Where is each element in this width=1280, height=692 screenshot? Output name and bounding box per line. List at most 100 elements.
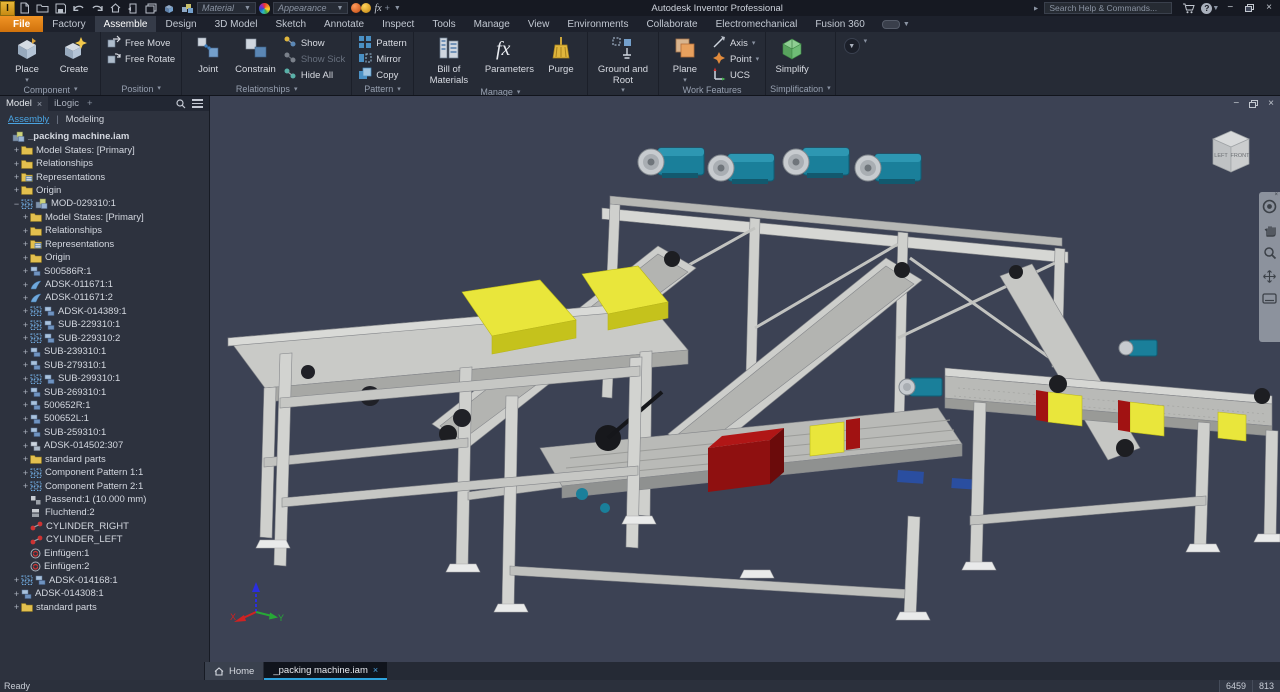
tree-item-s00586r-1-10[interactable]: +S00586R:1 xyxy=(0,264,209,277)
navbar-close-icon[interactable]: × xyxy=(1274,192,1278,198)
plus-icon[interactable]: + xyxy=(385,3,390,13)
tree-item-representations-3[interactable]: +Representations xyxy=(0,170,209,183)
ground-and-root-button[interactable]: Ground and Root▾ xyxy=(592,34,654,95)
tree-expander-icon[interactable]: + xyxy=(21,427,30,437)
ribbon-tab-fusion-360[interactable]: Fusion 360 xyxy=(806,16,873,32)
tree-expander-icon[interactable]: + xyxy=(12,575,21,585)
tree-expander-icon[interactable]: + xyxy=(21,400,30,410)
close-button[interactable]: × xyxy=(1266,3,1272,13)
tree-expander-icon[interactable]: − xyxy=(12,199,21,209)
close-icon[interactable]: × xyxy=(37,99,42,109)
browser-tab-model[interactable]: Model × xyxy=(0,96,48,111)
view-assembly-link[interactable]: Assembly xyxy=(8,114,49,125)
purge-button[interactable]: Purge xyxy=(539,34,583,77)
tab-list-menu-icon[interactable] xyxy=(1261,662,1272,680)
look-at-icon[interactable] xyxy=(1262,293,1277,304)
return-to-parent-icon[interactable] xyxy=(127,3,139,14)
tree-item-model-states-primary-1[interactable]: +Model States: [Primary] xyxy=(0,143,209,156)
search-icon[interactable] xyxy=(176,99,186,109)
show-button[interactable]: Show xyxy=(281,36,347,51)
plane-button[interactable]: Plane▾ xyxy=(663,34,707,85)
simplify-button[interactable]: Simplify xyxy=(770,34,814,77)
media-chevron-icon[interactable]: ▼ xyxy=(903,21,910,28)
ribbon-tab-electromechanical[interactable]: Electromechanical xyxy=(707,16,807,32)
ribbon-options-button[interactable]: ▼ xyxy=(844,38,860,54)
tree-expander-icon[interactable]: + xyxy=(12,185,21,195)
tree-expander-icon[interactable]: + xyxy=(21,306,30,316)
tree-item-cylinder-left-30[interactable]: CYLINDER_LEFT xyxy=(0,533,209,546)
parameters-button[interactable]: fxParameters xyxy=(483,34,536,77)
tree-item-sub-229310-1-14[interactable]: +SUB-229310:1 xyxy=(0,318,209,331)
sheet-icon[interactable] xyxy=(145,3,157,14)
home-icon[interactable] xyxy=(110,3,121,13)
tab-home[interactable]: Home xyxy=(205,662,263,680)
tree-item-adsk-014389-1-13[interactable]: +ADSK-014389:1 xyxy=(0,305,209,318)
qat-customize-chevron-icon[interactable]: ▼ xyxy=(394,5,401,12)
ribbon-tab-environments[interactable]: Environments xyxy=(558,16,637,32)
ribbon-tab-3d-model[interactable]: 3D Model xyxy=(206,16,267,32)
pattern-button[interactable]: Pattern xyxy=(356,36,409,51)
place-button[interactable]: Place▾ xyxy=(5,34,49,85)
ribbon-tab-view[interactable]: View xyxy=(519,16,559,32)
tree-expander-icon[interactable]: + xyxy=(12,145,21,155)
ribbon-group-label[interactable]: Component▾ xyxy=(5,85,96,95)
tree-item-adsk-014308-1-34[interactable]: +ADSK-014308:1 xyxy=(0,587,209,600)
tree-item-einf-gen-1-31[interactable]: Einfügen:1 xyxy=(0,547,209,560)
tree-expander-icon[interactable]: + xyxy=(12,589,21,599)
panel-expand-icon[interactable]: ▼ xyxy=(1033,5,1040,12)
tree-expander-icon[interactable]: + xyxy=(21,320,30,330)
tree-item-sub-259310-1-22[interactable]: +SUB-259310:1 xyxy=(0,426,209,439)
tree-item-sub-279310-1-17[interactable]: +SUB-279310:1 xyxy=(0,358,209,371)
tree-item-500652l-1-21[interactable]: +500652L:1 xyxy=(0,412,209,425)
copy-button[interactable]: Copy xyxy=(356,68,409,83)
tree-item-adsk-011671-2-12[interactable]: +ADSK-011671:2 xyxy=(0,291,209,304)
viewcube-left-face-label[interactable]: LEFT xyxy=(1214,153,1228,159)
tree-item-representations-8[interactable]: +Representations xyxy=(0,238,209,251)
tree-item-sub-229310-2-15[interactable]: +SUB-229310:2 xyxy=(0,332,209,345)
viewport-3d[interactable]: − × LEFT FRONT × xyxy=(210,96,1280,662)
tree-item-relationships-7[interactable]: +Relationships xyxy=(0,224,209,237)
ribbon-tab-inspect[interactable]: Inspect xyxy=(373,16,423,32)
orbit-icon[interactable] xyxy=(1262,269,1277,284)
tree-expander-icon[interactable]: + xyxy=(21,253,30,263)
doc-close-button[interactable]: × xyxy=(1268,98,1274,109)
color-wheel-icon[interactable] xyxy=(259,3,270,14)
tree-expander-icon[interactable]: + xyxy=(21,414,30,424)
part-icon[interactable] xyxy=(163,3,175,14)
tree-item-relationships-2[interactable]: +Relationships xyxy=(0,157,209,170)
ribbon-group-label[interactable]: Pattern▾ xyxy=(356,83,409,95)
doc-minimize-button[interactable]: − xyxy=(1233,98,1239,109)
tree-expander-icon[interactable]: + xyxy=(21,441,30,451)
tree-expander-icon[interactable]: + xyxy=(21,293,30,303)
ribbon-tab-manage[interactable]: Manage xyxy=(465,16,519,32)
zoom-icon[interactable] xyxy=(1263,246,1277,260)
mirror-button[interactable]: Mirror xyxy=(356,52,409,67)
tree-item-model-states-primary-6[interactable]: +Model States: [Primary] xyxy=(0,211,209,224)
tree-expander-icon[interactable]: + xyxy=(12,159,21,169)
open-file-icon[interactable] xyxy=(36,3,49,13)
add-browser-tab-button[interactable]: + xyxy=(87,98,93,109)
create-button[interactable]: Create xyxy=(52,34,96,77)
media-player-icon[interactable] xyxy=(882,20,900,29)
tree-item-origin-9[interactable]: +Origin xyxy=(0,251,209,264)
restore-button[interactable] xyxy=(1245,4,1254,12)
tree-item-einf-gen-2-32[interactable]: Einfügen:2 xyxy=(0,560,209,573)
tree-item-sub-299310-1-18[interactable]: +SUB-299310:1 xyxy=(0,372,209,385)
ribbon-group-label[interactable]: Relationships▾ xyxy=(186,83,347,95)
tree-expander-icon[interactable]: + xyxy=(21,387,30,397)
undo-icon[interactable] xyxy=(72,3,85,13)
save-icon[interactable] xyxy=(55,3,66,14)
ribbon-tab-file[interactable]: File xyxy=(0,16,43,32)
ribbon-group-label[interactable]: Position▾ xyxy=(105,82,177,95)
ribbon-tab-assemble[interactable]: Assemble xyxy=(95,16,157,32)
help-chevron-icon[interactable]: ▼ xyxy=(1212,5,1219,12)
navigation-wheel-icon[interactable] xyxy=(1262,199,1277,214)
tree-expander-icon[interactable]: + xyxy=(12,172,21,182)
tree-item-cylinder-right-29[interactable]: CYLINDER_RIGHT xyxy=(0,520,209,533)
tree-expander-icon[interactable]: + xyxy=(21,468,30,478)
tree-expander-icon[interactable]: + xyxy=(21,266,30,276)
assembly-icon[interactable] xyxy=(181,3,194,14)
joint-button[interactable]: Joint xyxy=(186,34,230,77)
ribbon-options-chevron-icon[interactable]: ▾ xyxy=(864,38,868,45)
bill-of-materials-button[interactable]: Bill of Materials xyxy=(418,34,480,87)
